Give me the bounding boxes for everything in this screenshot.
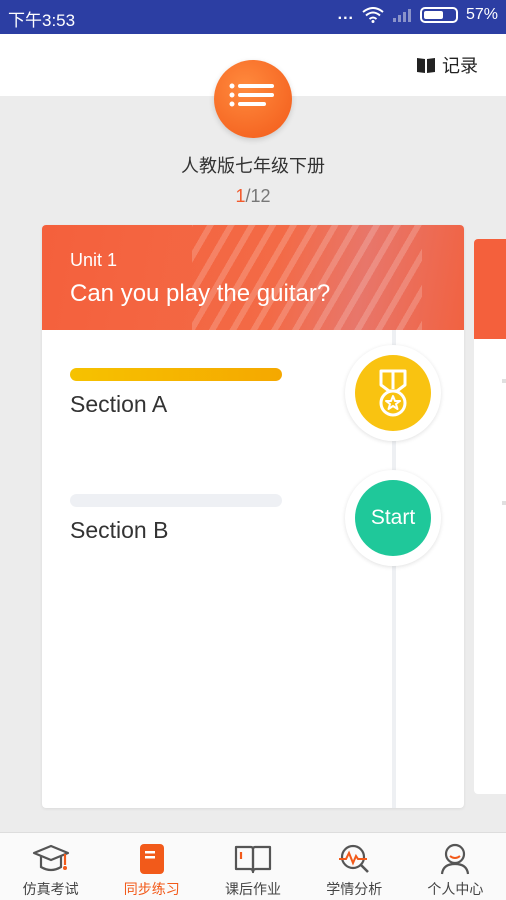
more-dots: ... [337,6,354,23]
section-a-label: Section A [70,391,168,417]
status-time: 下午3:53 [8,11,76,30]
nav-item-sync-practice[interactable]: 同步练习 [101,833,202,900]
status-bar: 下午3:53 ... 57% [0,0,506,34]
section-a-medal-button[interactable] [355,355,431,431]
next-card-bar [502,501,506,505]
record-button[interactable]: 记录 [416,52,478,78]
total-pages: /12 [245,186,271,206]
nav-item-profile[interactable]: 个人中心 [405,833,506,900]
status-icons: ... 57% [338,6,498,24]
nav-label: 课后作业 [225,882,281,898]
bottom-nav: 仿真考试 同步练习 课后作业 学情分析 个人中心 [0,832,506,900]
user-icon [441,843,470,875]
section-a[interactable]: Section A [70,368,282,418]
nav-item-homework[interactable]: 课后作业 [202,833,303,900]
nav-item-analysis[interactable]: 学情分析 [304,833,405,900]
section-b[interactable]: Section B [70,494,282,544]
graduation-cap-icon [32,844,69,872]
current-page: 1 [235,186,246,206]
section-a-node [345,345,441,441]
book-title: 人教版七年级下册 [181,156,325,177]
section-b-progress-bar [70,494,282,507]
section-b-label: Section B [70,517,169,543]
signal-icon [392,9,411,22]
battery-icon [419,7,458,23]
unit-card-header: Unit 1 Can you play the guitar? [42,225,464,345]
nav-label: 个人中心 [427,882,484,898]
next-unit-card[interactable] [474,239,506,794]
battery-percent: 57% [465,6,498,23]
section-a-progress-bar [70,368,282,381]
unit-title: Can you play the guitar? [70,280,331,307]
open-book-icon [234,845,272,874]
list-icon [229,83,274,107]
nav-item-mock-exam[interactable]: 仿真考试 [0,833,101,900]
book-list-button[interactable] [214,60,292,138]
nav-label: 仿真考试 [22,882,79,898]
page-indicator: 1/12 [0,186,506,207]
nav-label: 同步练习 [123,882,180,898]
next-card-bar [502,379,506,383]
nav-label: 学情分析 [326,882,383,898]
unit-card[interactable]: Unit 1 Can you play the guitar? Section … [42,225,464,808]
unit-label: Unit 1 [70,250,118,270]
book-icon [417,58,435,73]
section-b-node: Start [345,470,441,566]
document-icon [139,844,164,874]
medal-icon [379,369,407,417]
analytics-icon [339,844,370,873]
next-unit-card-header [474,239,506,339]
wifi-icon [362,7,384,23]
start-button[interactable]: Start [355,480,431,556]
record-label: 记录 [442,56,478,77]
